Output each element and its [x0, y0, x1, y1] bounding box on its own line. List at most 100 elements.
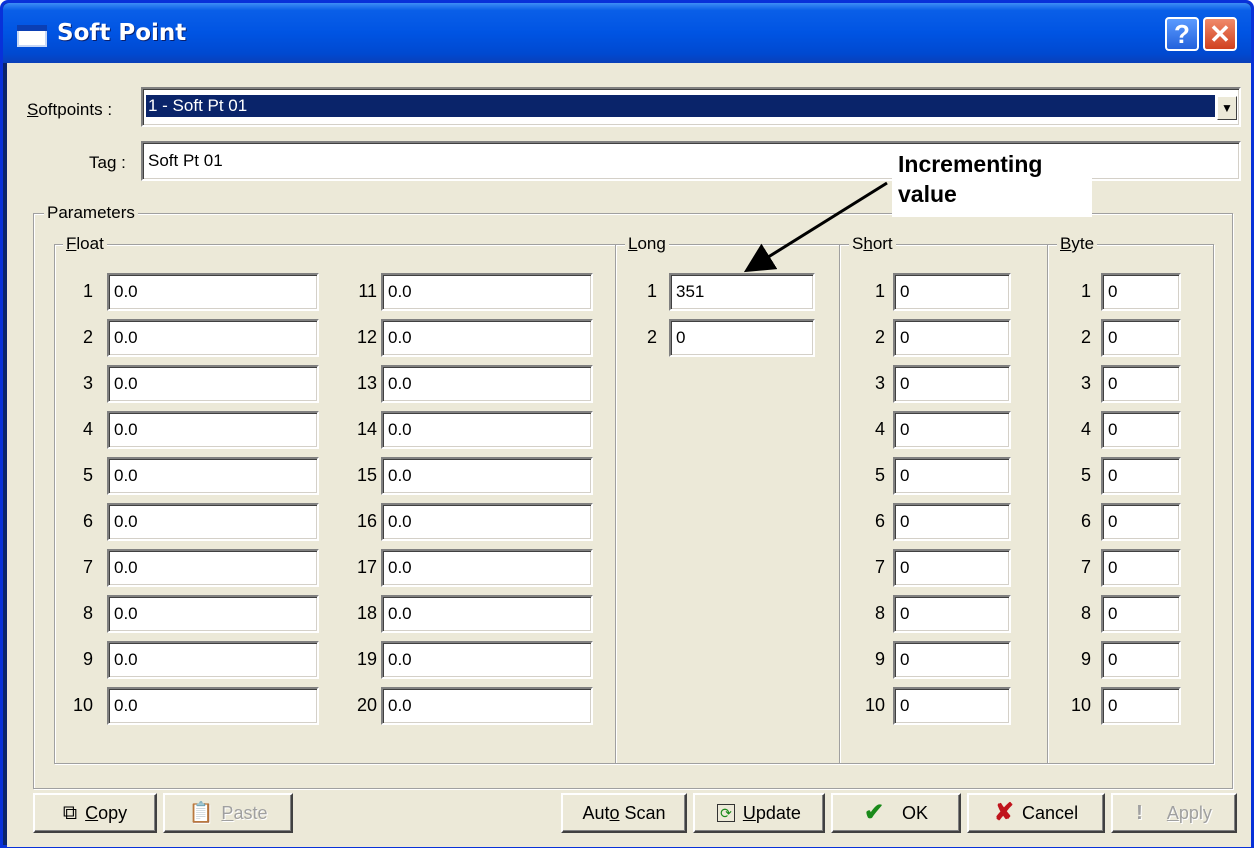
float-row-number: 6 — [82, 511, 93, 531]
float-field[interactable]: 0.0 — [107, 503, 319, 541]
float-field[interactable]: 0.0 — [107, 411, 319, 449]
byte-label: Byte — [1057, 234, 1098, 254]
byte-field[interactable]: 0 — [1101, 365, 1181, 403]
short-row-number: 10 — [864, 695, 885, 715]
float-field[interactable]: 0.0 — [381, 687, 593, 725]
dropdown-arrow-icon[interactable]: ▼ — [1217, 96, 1237, 120]
float-field[interactable]: 0.0 — [107, 595, 319, 633]
short-field[interactable]: 0 — [893, 687, 1011, 725]
short-row-number: 5 — [874, 465, 885, 485]
float-row-number: 13 — [356, 373, 377, 393]
divider-float-long — [615, 245, 616, 763]
byte-field[interactable]: 0 — [1101, 273, 1181, 311]
copy-button[interactable]: ⧉ Copy — [33, 793, 157, 833]
byte-row-number: 7 — [1080, 557, 1091, 577]
byte-field[interactable]: 0 — [1101, 457, 1181, 495]
short-row-number: 1 — [874, 281, 885, 301]
close-button[interactable]: ✕ — [1203, 17, 1237, 51]
short-field[interactable]: 0 — [893, 365, 1011, 403]
help-button[interactable]: ? — [1165, 17, 1199, 51]
byte-field[interactable]: 0 — [1101, 503, 1181, 541]
softpoints-label: Softpoints : — [27, 100, 113, 119]
short-field[interactable]: 0 — [893, 549, 1011, 587]
short-row-number: 2 — [874, 327, 885, 347]
checkmark-icon: ✔ — [863, 799, 885, 826]
float-field[interactable]: 0.0 — [381, 411, 593, 449]
byte-row-number: 5 — [1080, 465, 1091, 485]
dialog-window: Soft Point ? ✕ Softpoints : 1 - Soft Pt … — [0, 0, 1254, 848]
float-row-number: 5 — [82, 465, 93, 485]
long-field[interactable]: 0 — [669, 319, 815, 357]
ok-button[interactable]: ✔ OK — [831, 793, 961, 833]
short-row-number: 9 — [874, 649, 885, 669]
float-row-number: 9 — [82, 649, 93, 669]
cancel-button[interactable]: ✘ Cancel — [967, 793, 1105, 833]
float-row-number: 19 — [356, 649, 377, 669]
byte-field[interactable]: 0 — [1101, 641, 1181, 679]
float-field[interactable]: 0.0 — [107, 457, 319, 495]
byte-row-number: 10 — [1070, 695, 1091, 715]
short-field[interactable]: 0 — [893, 503, 1011, 541]
dialog-client: Softpoints : 1 - Soft Pt 01 ▼ Tag : Soft… — [7, 63, 1251, 847]
long-label: Long — [625, 234, 669, 254]
float-field[interactable]: 0.0 — [107, 273, 319, 311]
tag-label: Tag : — [89, 153, 126, 172]
float-field[interactable]: 0.0 — [381, 365, 593, 403]
short-field[interactable]: 0 — [893, 273, 1011, 311]
divider-short-byte — [1047, 245, 1048, 763]
byte-field[interactable]: 0 — [1101, 595, 1181, 633]
byte-row-number: 2 — [1080, 327, 1091, 347]
float-row-number: 18 — [356, 603, 377, 623]
paste-button[interactable]: 📋 Paste — [163, 793, 293, 833]
update-button[interactable]: ⟳ Update — [693, 793, 825, 833]
softpoints-combobox[interactable]: 1 - Soft Pt 01 ▼ — [141, 87, 1241, 127]
float-field[interactable]: 0.0 — [381, 595, 593, 633]
float-field[interactable]: 0.0 — [107, 549, 319, 587]
byte-row-number: 9 — [1080, 649, 1091, 669]
byte-field[interactable]: 0 — [1101, 687, 1181, 725]
annotation-arrow — [743, 181, 888, 273]
byte-field[interactable]: 0 — [1101, 411, 1181, 449]
auto-scan-button[interactable]: Auto Scan — [561, 793, 687, 833]
byte-field[interactable]: 0 — [1101, 319, 1181, 357]
short-row-number: 7 — [874, 557, 885, 577]
short-field[interactable]: 0 — [893, 457, 1011, 495]
divider-long-short — [839, 245, 840, 763]
float-field[interactable]: 0.0 — [107, 641, 319, 679]
float-row-number: 11 — [358, 281, 377, 301]
short-row-number: 4 — [874, 419, 885, 439]
x-icon: ✘ — [993, 799, 1015, 826]
exclamation-icon: ! — [1136, 802, 1143, 824]
float-row-number: 2 — [82, 327, 93, 347]
window-icon — [17, 25, 47, 47]
softpoints-selected-value: 1 - Soft Pt 01 — [145, 94, 1216, 118]
apply-button[interactable]: ! Apply — [1111, 793, 1237, 833]
float-row-number: 12 — [356, 327, 377, 347]
float-field[interactable]: 0.0 — [381, 319, 593, 357]
float-field[interactable]: 0.0 — [107, 319, 319, 357]
byte-field[interactable]: 0 — [1101, 549, 1181, 587]
short-field[interactable]: 0 — [893, 319, 1011, 357]
float-row-number: 16 — [356, 511, 377, 531]
float-row-number: 17 — [356, 557, 377, 577]
annotation-line1: Incrementing — [898, 151, 1043, 177]
float-row-number: 4 — [82, 419, 93, 439]
short-field[interactable]: 0 — [893, 641, 1011, 679]
title-bar[interactable]: Soft Point ? ✕ — [3, 3, 1251, 63]
annotation-line2: value — [898, 181, 957, 207]
float-field[interactable]: 0.0 — [381, 503, 593, 541]
float-field[interactable]: 0.0 — [381, 549, 593, 587]
float-field[interactable]: 0.0 — [107, 687, 319, 725]
paste-icon: 📋 — [188, 802, 214, 824]
short-field[interactable]: 0 — [893, 595, 1011, 633]
float-row-number: 7 — [82, 557, 93, 577]
float-row-number: 3 — [82, 373, 93, 393]
float-field[interactable]: 0.0 — [381, 457, 593, 495]
float-field[interactable]: 0.0 — [381, 273, 593, 311]
short-field[interactable]: 0 — [893, 411, 1011, 449]
float-row-number: 10 — [72, 695, 93, 715]
byte-row-number: 8 — [1080, 603, 1091, 623]
short-row-number: 6 — [874, 511, 885, 531]
float-field[interactable]: 0.0 — [381, 641, 593, 679]
float-field[interactable]: 0.0 — [107, 365, 319, 403]
